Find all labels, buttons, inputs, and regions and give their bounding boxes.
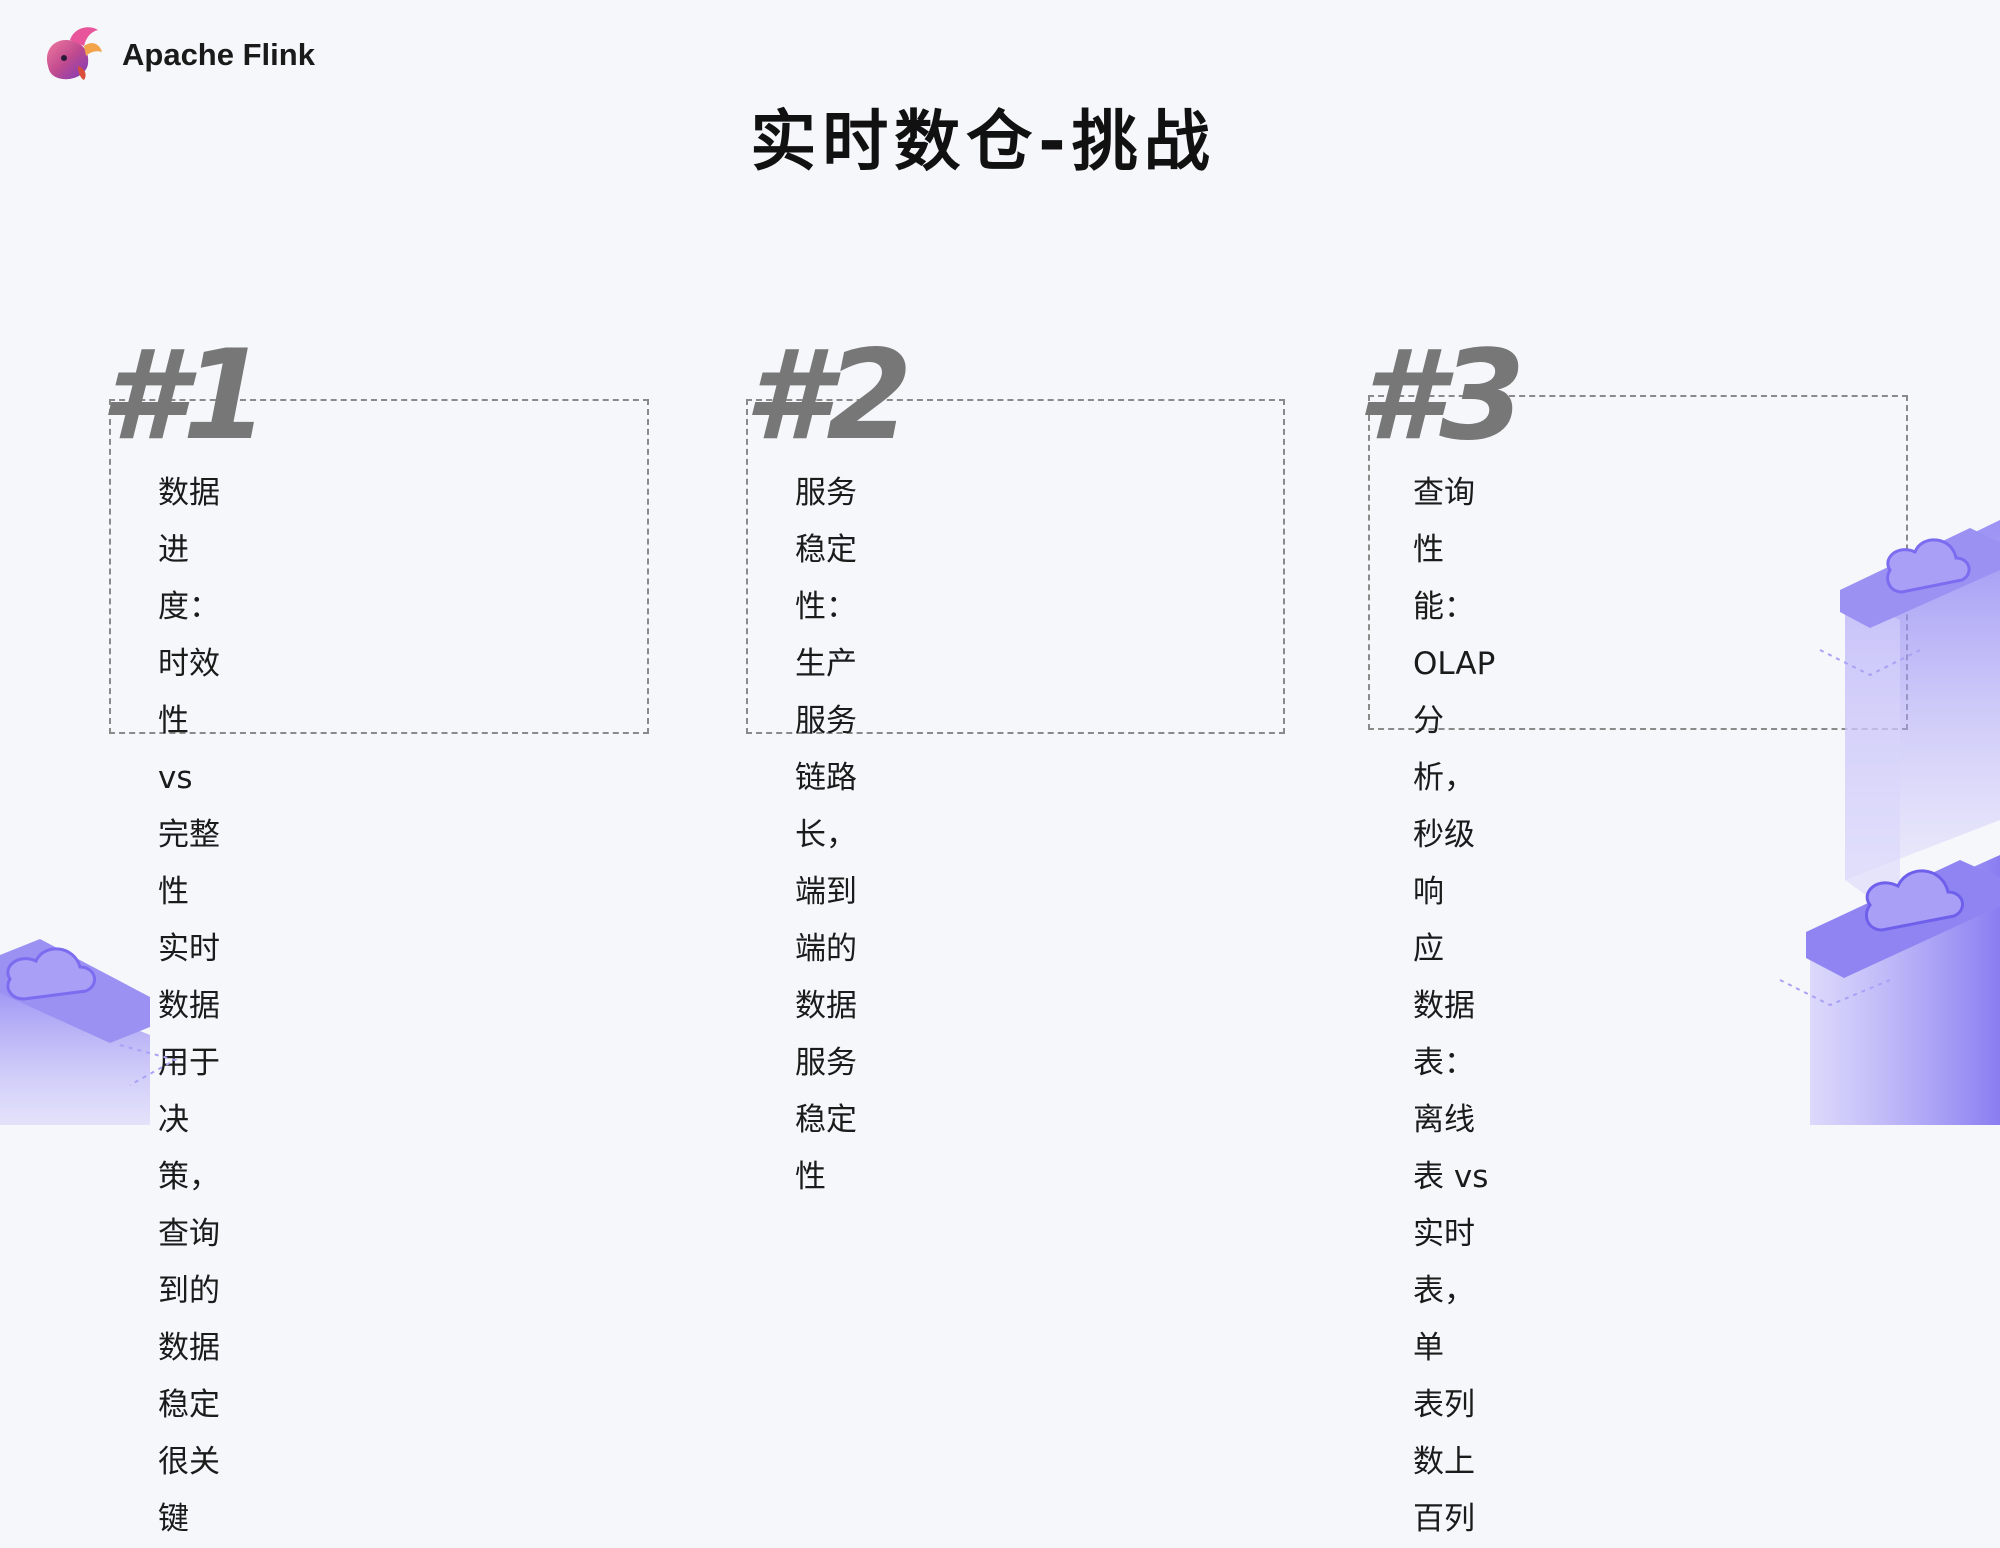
isometric-cloud-server-icon	[1779, 520, 2000, 1125]
card-line: 数据进度：时效性 vs 完整性	[158, 475, 220, 910]
page-title: 实时数仓-挑战	[750, 103, 1216, 180]
isometric-cloud-server-icon	[0, 939, 178, 1125]
card-line: 数据稳定很关键	[158, 1330, 220, 1537]
card-number: #1	[100, 324, 269, 468]
card-line: 数据表：离线表 vs 实时表，单	[1413, 988, 1489, 1366]
card-number: #2	[744, 324, 913, 468]
card-line: 表列数上百列	[1413, 1387, 1475, 1537]
card-line: 端到端的数据服务稳定性	[795, 874, 857, 1195]
card-line: 应	[1413, 931, 1444, 967]
card-body: 服务稳定性：生产服务链路长， 端到端的数据服务稳定性	[795, 465, 857, 1206]
flink-squirrel-icon	[46, 27, 102, 80]
card-line: 查询性能：OLAP分析，秒级响	[1413, 475, 1496, 910]
card-number: #3	[1357, 324, 1526, 468]
brand-logo: Apache Flink	[40, 22, 315, 88]
card-body: 查询性能：OLAP分析，秒级响 应 数据表：离线表 vs 实时表，单 表列数上百…	[1413, 465, 1495, 1548]
brand-name: Apache Flink	[122, 37, 315, 72]
card-line: 服务稳定性：生产服务链路长，	[795, 475, 857, 853]
